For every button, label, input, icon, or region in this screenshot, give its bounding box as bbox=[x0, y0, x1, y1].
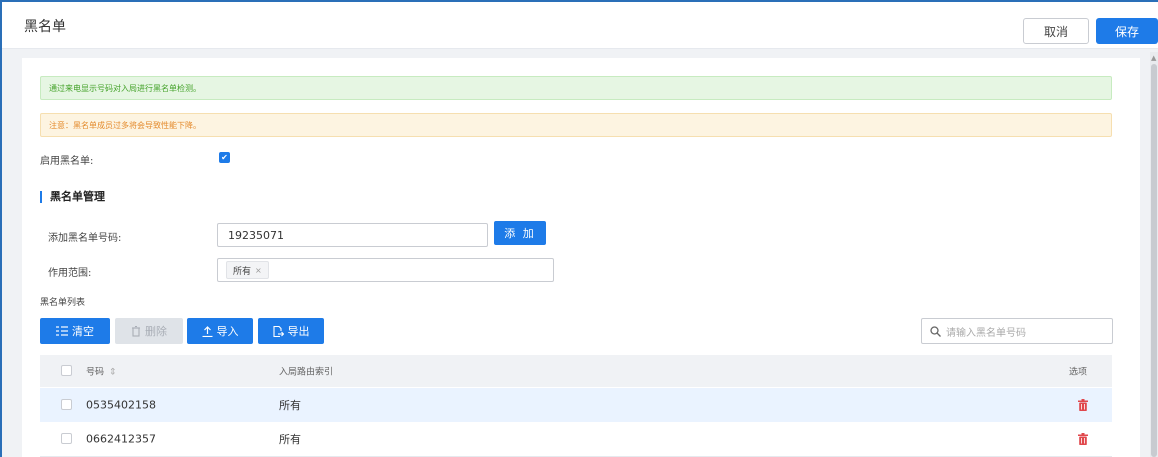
scrollbar-thumb[interactable] bbox=[1151, 64, 1157, 457]
add-button[interactable]: 添 加 bbox=[494, 221, 546, 245]
scrollbar[interactable]: ▲ bbox=[1150, 52, 1158, 457]
scope-tag-label: 所有 bbox=[233, 266, 252, 277]
search-placeholder: 请输入黑名单号码 bbox=[946, 327, 1026, 339]
row-number: 0662412357 bbox=[86, 432, 156, 446]
list-title: 黑名单列表 bbox=[40, 298, 86, 308]
enable-blacklist-label: 启用黑名单: bbox=[40, 156, 94, 167]
search-icon bbox=[930, 325, 941, 337]
section-title: 黑名单管理 bbox=[40, 191, 105, 203]
row-checkbox[interactable] bbox=[61, 399, 72, 410]
scope-select[interactable]: 所有 × bbox=[217, 258, 554, 282]
row-checkbox[interactable] bbox=[61, 433, 72, 444]
add-number-label: 添加黑名单号码: bbox=[48, 233, 122, 244]
search-input[interactable]: 请输入黑名单号码 bbox=[921, 318, 1113, 344]
page-title: 黑名单 bbox=[24, 19, 66, 35]
clear-button[interactable]: 清空 bbox=[40, 318, 110, 344]
table-header: 号码 ⇕ 入局路由索引 选项 bbox=[40, 355, 1112, 387]
column-route: 入局路由索引 bbox=[279, 367, 334, 378]
delete-row-icon[interactable] bbox=[1078, 433, 1088, 445]
delete-row-icon[interactable] bbox=[1078, 399, 1088, 411]
top-bar: 黑名单 取消 保存 bbox=[2, 2, 1158, 49]
row-route: 所有 bbox=[279, 399, 301, 412]
delete-button[interactable]: 删除 bbox=[115, 318, 183, 344]
import-label: 导入 bbox=[216, 325, 239, 338]
table-row[interactable]: 0535402158 所有 bbox=[40, 388, 1112, 423]
enable-blacklist-checkbox[interactable]: ✔ bbox=[219, 152, 230, 163]
column-number[interactable]: 号码 ⇕ bbox=[86, 365, 116, 378]
export-label: 导出 bbox=[287, 325, 310, 338]
table-row[interactable]: 0662412357 所有 bbox=[40, 422, 1112, 457]
scope-label: 作用范围: bbox=[48, 268, 92, 279]
sort-icon[interactable]: ⇕ bbox=[109, 368, 117, 378]
scope-tag: 所有 × bbox=[226, 261, 269, 279]
add-number-input[interactable]: 19235071 bbox=[217, 223, 488, 247]
export-file-icon bbox=[272, 325, 284, 337]
clear-label: 清空 bbox=[72, 325, 94, 338]
scroll-up-icon[interactable]: ▲ bbox=[1151, 54, 1156, 62]
column-number-label: 号码 bbox=[86, 367, 105, 378]
delete-label: 删除 bbox=[145, 325, 167, 338]
add-number-value: 19235071 bbox=[228, 228, 284, 242]
scope-tag-remove-icon[interactable]: × bbox=[255, 266, 262, 275]
trash-icon bbox=[132, 325, 140, 337]
select-all-checkbox[interactable] bbox=[61, 365, 72, 376]
cancel-button[interactable]: 取消 bbox=[1023, 18, 1089, 44]
info-alert: 通过来电显示号码对入局进行黑名单检测。 bbox=[40, 76, 1112, 100]
row-number: 0535402158 bbox=[86, 398, 156, 412]
clear-list-icon bbox=[56, 326, 68, 336]
save-button[interactable]: 保存 bbox=[1096, 18, 1158, 44]
row-route: 所有 bbox=[279, 433, 301, 446]
import-button[interactable]: 导入 bbox=[187, 318, 253, 344]
export-button[interactable]: 导出 bbox=[258, 318, 324, 344]
upload-icon bbox=[202, 325, 212, 337]
column-options: 选项 bbox=[1069, 367, 1088, 378]
warning-alert: 注意：黑名单成员过多将会导致性能下降。 bbox=[40, 113, 1112, 137]
